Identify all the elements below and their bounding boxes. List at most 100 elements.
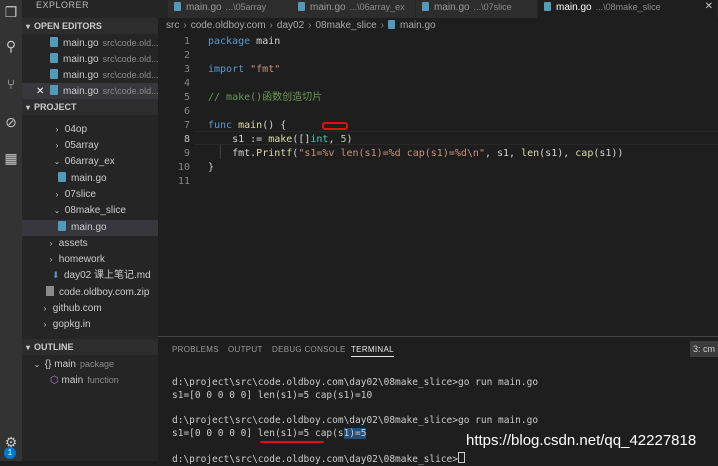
- terminal-select[interactable]: 3: cm: [690, 341, 718, 357]
- tree-file[interactable]: ⬇ day02 课上笔记.md: [22, 268, 158, 284]
- chevron-right-icon: ›: [380, 20, 384, 31]
- red-underline-mark: [260, 441, 324, 443]
- go-file-icon: [50, 53, 58, 63]
- tab-path: ...\05array: [225, 2, 267, 12]
- open-editor-name: main.go: [63, 86, 99, 97]
- code-token: () {: [262, 120, 287, 131]
- tree-label: code.oldboy.com.zip: [59, 287, 150, 298]
- tab-label: main.go: [186, 2, 222, 13]
- code-token: int: [310, 134, 329, 145]
- tab-07slice[interactable]: main.go ...\07slice: [416, 0, 538, 18]
- open-editor-item[interactable]: main.go src\code.old...: [22, 51, 158, 67]
- search-icon[interactable]: ⚲: [3, 38, 19, 54]
- tree-folder[interactable]: ⌄ 06array_ex: [22, 154, 158, 170]
- tree-file[interactable]: main.go: [22, 171, 158, 187]
- extensions-icon[interactable]: ▦: [3, 150, 19, 166]
- code-token: , s1,: [484, 148, 522, 159]
- tree-folder[interactable]: › gopkg.in: [22, 317, 158, 333]
- line-number: 6: [183, 106, 190, 117]
- go-file-icon: [50, 69, 58, 79]
- tree-folder[interactable]: ⌄ 08make_slice: [22, 203, 158, 219]
- chevron-down-icon: ▾: [25, 103, 30, 112]
- tab-08make-slice[interactable]: main.go ...\08make_slice ✕: [538, 0, 718, 18]
- outline-header[interactable]: ▾ OUTLINE: [22, 339, 158, 355]
- open-editor-item[interactable]: main.go src\code.old...: [22, 35, 158, 51]
- code-line: func main() {: [208, 119, 286, 133]
- breadcrumb: src › code.oldboy.com › day02 › 08make_slice › m…: [166, 18, 436, 34]
- code-token: "fmt": [244, 64, 281, 75]
- open-editor-item[interactable]: main.go src\code.old...: [22, 67, 158, 83]
- tree-label: 06array_ex: [64, 156, 115, 167]
- breadcrumb-item[interactable]: 08make_slice: [315, 20, 376, 31]
- tab-output[interactable]: OUTPUT: [228, 345, 263, 354]
- tab-terminal[interactable]: TERMINAL: [351, 345, 394, 357]
- tab-problems[interactable]: PROBLEMS: [172, 345, 219, 354]
- go-file-icon: [58, 221, 66, 231]
- source-control-icon[interactable]: ⑂: [3, 76, 19, 92]
- line-number: 4: [183, 78, 190, 89]
- chevron-down-icon: ▾: [25, 22, 30, 31]
- outline-item[interactable]: ⌄ {} main package: [22, 356, 158, 372]
- files-icon[interactable]: ❐: [3, 4, 19, 20]
- terminal-line: d:\project\src\code.oldboy.com\day02\08m…: [172, 377, 539, 388]
- tab-06array-ex[interactable]: main.go ...\06array_ex: [292, 0, 416, 18]
- tab-debug-console[interactable]: DEBUG CONSOLE: [272, 345, 346, 354]
- activity-bar: ❐ ⚲ ⑂ ⊘ ▦ ⚙ 1: [0, 0, 22, 461]
- tree-file[interactable]: code.oldboy.com.zip: [22, 285, 158, 301]
- code-line: s1 := make([]int, 5): [208, 133, 353, 147]
- line-number: 1: [183, 36, 190, 47]
- project-header[interactable]: ▾ PROJECT: [22, 99, 158, 115]
- outline-label: OUTLINE: [34, 342, 74, 352]
- tree-folder[interactable]: › 04op: [22, 122, 158, 138]
- open-editors-header[interactable]: ▾ OPEN EDITORS: [22, 18, 158, 34]
- chevron-right-icon: ›: [55, 141, 59, 150]
- breadcrumb-item[interactable]: main.go: [400, 20, 436, 31]
- tree-file-selected[interactable]: main.go: [22, 220, 158, 236]
- go-file-icon: [50, 85, 58, 95]
- markdown-file-icon: ⬇: [52, 270, 60, 280]
- open-editor-name: main.go: [63, 70, 99, 81]
- breadcrumb-item[interactable]: code.oldboy.com: [191, 20, 266, 31]
- terminal-selection: 1)=5: [343, 428, 367, 439]
- tree-folder[interactable]: › 07slice: [22, 187, 158, 203]
- tree-folder[interactable]: › github.com: [22, 301, 158, 317]
- breadcrumb-item[interactable]: day02: [277, 20, 304, 31]
- close-icon[interactable]: ✕: [36, 84, 50, 99]
- outline-item[interactable]: ⬡ main function: [22, 372, 158, 388]
- tree-folder[interactable]: › 05array: [22, 138, 158, 154]
- tree-label: day02 课上笔记.md: [64, 270, 151, 281]
- zip-file-icon: [46, 286, 54, 296]
- open-editor-path: src\code.old...: [102, 54, 158, 64]
- breadcrumb-item[interactable]: src: [166, 20, 179, 31]
- code-editor[interactable]: 1 2 3 4 5 6 7 8 9 10 11 package main imp…: [158, 34, 718, 334]
- tab-label: main.go: [434, 2, 470, 13]
- code-token: make: [268, 134, 293, 145]
- terminal-line: s1=[0 0 0 0 0] len(s1)=5 cap(s1)=10: [172, 390, 373, 401]
- code-token: main: [232, 120, 263, 131]
- tab-05array[interactable]: main.go ...\05array: [168, 0, 296, 18]
- open-editor-name: main.go: [63, 38, 99, 49]
- tree-label: 05array: [64, 140, 99, 151]
- open-editor-path: src\code.old...: [102, 70, 158, 80]
- chevron-right-icon: ›: [49, 239, 53, 248]
- code-token: s1 :=: [208, 134, 269, 145]
- open-editor-item-active[interactable]: ✕ main.go src\code.old...: [22, 83, 158, 99]
- code-token: ): [346, 134, 353, 145]
- chevron-down-icon: ⌄: [53, 206, 61, 215]
- close-icon[interactable]: ✕: [705, 0, 713, 14]
- line-number: 2: [183, 50, 190, 61]
- terminal-line: d:\project\src\code.oldboy.com\day02\08m…: [172, 415, 539, 426]
- tree-folder[interactable]: › homework: [22, 252, 158, 268]
- code-token: (s1),: [539, 148, 576, 159]
- line-number: 9: [183, 148, 190, 159]
- tree-label: gopkg.in: [52, 319, 91, 330]
- function-cube-icon: ⬡: [50, 375, 59, 386]
- chevron-down-icon: ⌄: [33, 360, 41, 369]
- debug-icon[interactable]: ⊘: [3, 114, 19, 130]
- tree-folder[interactable]: › assets: [22, 236, 158, 252]
- code-line: }: [208, 161, 214, 175]
- chevron-right-icon: ›: [55, 125, 59, 134]
- chevron-right-icon: ›: [308, 20, 312, 31]
- open-editor-name: main.go: [63, 54, 99, 65]
- tree-label: github.com: [52, 303, 102, 314]
